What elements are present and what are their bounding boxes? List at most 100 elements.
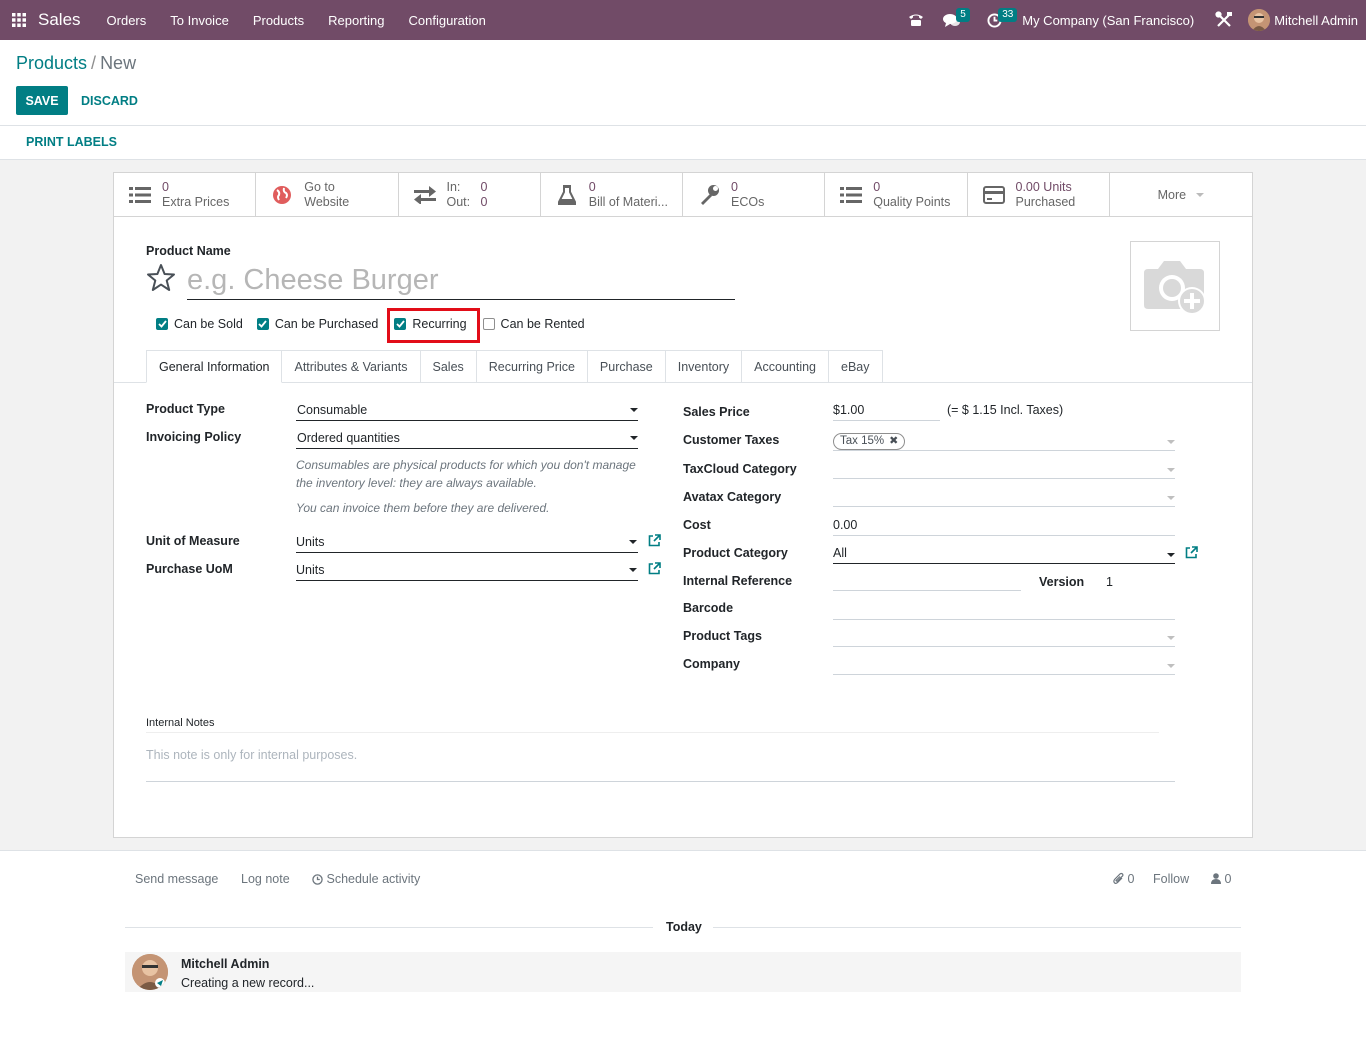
menu-orders[interactable]: Orders (95, 13, 159, 28)
purchase-uom-label: Purchase UoM (146, 562, 233, 576)
tab-general-information[interactable]: General Information (146, 350, 283, 383)
menu-configuration[interactable]: Configuration (397, 13, 498, 28)
tab-accounting[interactable]: Accounting (742, 350, 830, 383)
product-name-label: Product Name (146, 244, 231, 258)
product-type-select[interactable]: Consumable (296, 401, 638, 421)
remove-tag-icon[interactable]: ✖ (889, 432, 898, 450)
tab-ebay[interactable]: eBay (829, 350, 883, 383)
clock-icon (312, 874, 323, 888)
company-select[interactable] (833, 655, 1175, 675)
internal-reference-input[interactable] (833, 571, 1021, 591)
bill-of-materials-button[interactable]: 0 Bill of Materi... (541, 173, 683, 216)
external-link-icon[interactable] (648, 562, 661, 578)
caret-down-icon (629, 568, 637, 572)
log-note-button[interactable]: Log note (241, 872, 290, 886)
caret-down-icon (1196, 192, 1205, 197)
more-button[interactable]: More (1110, 173, 1252, 216)
credit-card-icon (982, 183, 1006, 207)
external-link-icon[interactable] (1185, 546, 1198, 562)
internal-reference-label: Internal Reference (683, 574, 793, 588)
date-separator: Today (666, 920, 702, 934)
debug-tools-icon[interactable] (1206, 0, 1242, 40)
divider (125, 927, 653, 928)
purchased-label: Purchased (1015, 194, 1076, 209)
product-category-select[interactable]: All (833, 544, 1175, 564)
product-category-label: Product Category (683, 546, 788, 560)
product-tags-select[interactable] (833, 627, 1175, 647)
list-icon (839, 183, 863, 207)
quality-points-count: 0 (873, 179, 881, 194)
message-author-avatar[interactable] (132, 954, 168, 990)
follow-button[interactable]: Follow (1153, 872, 1189, 886)
apps-menu-icon[interactable] (0, 0, 38, 40)
messages-icon[interactable]: 5 (934, 0, 970, 40)
ecos-count: 0 (731, 179, 738, 194)
tab-sales[interactable]: Sales (420, 350, 477, 383)
app-brand[interactable]: Sales (38, 10, 81, 30)
checkbox-checked-icon (256, 318, 269, 330)
internal-notes-input[interactable]: This note is only for internal purposes. (146, 748, 357, 762)
ecos-button[interactable]: 0 ECOs (683, 173, 826, 216)
sales-price-input[interactable]: $1.00 (833, 401, 940, 421)
external-link-icon[interactable] (648, 534, 661, 550)
schedule-activity-button[interactable]: Schedule activity (312, 872, 420, 888)
breadcrumb-separator: / (91, 53, 97, 73)
can-be-rented-checkbox[interactable]: Can be Rented (482, 317, 585, 331)
caret-down-icon (1167, 664, 1175, 668)
invoicing-policy-select[interactable]: Ordered quantities (296, 429, 638, 449)
cost-input[interactable]: 0.00 (833, 516, 1175, 536)
message-author[interactable]: Mitchell Admin (181, 957, 269, 971)
go-to-website-button[interactable]: Go to Website (256, 173, 399, 216)
breadcrumb: Products / New (16, 53, 136, 74)
divider (713, 927, 1241, 928)
product-tags-label: Product Tags (683, 629, 762, 643)
taxcloud-category-select[interactable] (833, 459, 1175, 479)
save-button[interactable]: SAVE (16, 86, 68, 115)
tab-inventory[interactable]: Inventory (665, 350, 743, 383)
can-be-sold-checkbox[interactable]: Can be Sold (156, 317, 243, 331)
caret-down-icon (1167, 468, 1175, 472)
product-name-input[interactable]: e.g. Cheese Burger (187, 262, 735, 300)
checkbox-unchecked-icon (482, 318, 495, 330)
menu-reporting[interactable]: Reporting (316, 13, 396, 28)
extra-prices-button[interactable]: 0 Extra Prices (114, 173, 257, 216)
website-line1: Go to (304, 179, 335, 194)
barcode-input[interactable] (833, 600, 1175, 620)
form-sheet: 0 Extra Prices Go to Website In: 0 Out: 0 0B… (113, 172, 1253, 838)
print-labels-button[interactable]: PRINT LABELS (26, 135, 117, 149)
uom-select[interactable]: Units (296, 533, 638, 553)
company-switcher[interactable]: My Company (San Francisco) (1012, 13, 1206, 28)
product-image-upload[interactable] (1130, 241, 1220, 331)
menu-products[interactable]: Products (241, 13, 316, 28)
ecos-label: ECOs (731, 194, 765, 209)
cost-label: Cost (683, 518, 711, 532)
tab-recurring-price[interactable]: Recurring Price (476, 350, 588, 383)
followers-count: 0 (1224, 872, 1232, 886)
star-icon[interactable] (146, 263, 176, 295)
more-label: More (1157, 187, 1187, 202)
extra-prices-label: Extra Prices (162, 194, 230, 209)
caret-down-icon (1167, 496, 1175, 500)
can-be-purchased-label: Can be Purchased (274, 317, 379, 331)
message-body: Creating a new record... (181, 976, 315, 990)
paperclip-icon (1113, 872, 1124, 888)
breadcrumb-products-link[interactable]: Products (16, 53, 87, 73)
purchase-uom-select[interactable]: Units (296, 561, 638, 581)
attachments-button[interactable]: 0 (1113, 872, 1134, 888)
customer-taxes-input[interactable]: Tax 15% ✖ (833, 431, 1175, 451)
user-menu[interactable]: Mitchell Admin (1242, 9, 1366, 31)
menu-to-invoice[interactable]: To Invoice (158, 13, 241, 28)
tab-purchase[interactable]: Purchase (587, 350, 666, 383)
can-be-purchased-checkbox[interactable]: Can be Purchased (256, 317, 379, 331)
followers-button[interactable]: 0 (1211, 872, 1231, 887)
activities-icon[interactable]: 33 (976, 0, 1018, 40)
avatax-category-select[interactable] (833, 487, 1175, 507)
phone-icon[interactable] (898, 0, 934, 40)
discard-button[interactable]: DISCARD (81, 86, 138, 115)
quality-points-button[interactable]: 0 Quality Points (825, 173, 968, 216)
in-out-button[interactable]: In: 0 Out: 0 (399, 173, 541, 216)
purchased-button[interactable]: 0.00 Units Purchased (968, 173, 1110, 216)
tab-attributes-variants[interactable]: Attributes & Variants (282, 350, 421, 383)
send-message-button[interactable]: Send message (135, 872, 218, 886)
invoicing-policy-help: You can invoice them before they are del… (296, 501, 550, 515)
